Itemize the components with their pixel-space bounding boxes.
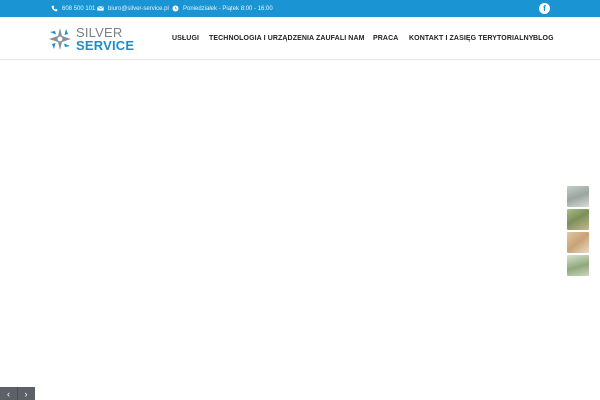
email-text: biuro@silver-service.pl — [108, 5, 169, 12]
slider-thumbnails — [567, 186, 589, 278]
nav-item-kontakt[interactable]: KONTAKT I ZASIĘG TERYTORIALNY — [409, 17, 534, 60]
chevron-right-icon[interactable]: › — [17, 387, 34, 400]
hero-slider-area — [0, 60, 600, 400]
main-nav: USŁUGI TECHNOLOGIA I URZĄDZENIA ZAUFALI … — [0, 17, 600, 60]
nav-item-uslugi[interactable]: USŁUGI — [172, 17, 199, 60]
topbar-email[interactable]: biuro@silver-service.pl — [97, 0, 169, 17]
mail-icon — [97, 6, 104, 11]
hours-text: Poniedziałek - Piątek 8:00 - 16:00 — [183, 5, 273, 12]
facebook-icon[interactable]: f — [539, 3, 550, 14]
slide-thumbnail[interactable] — [567, 209, 589, 230]
nav-item-zaufali-nam[interactable]: ZAUFALI NAM — [316, 17, 365, 60]
nav-item-blog[interactable]: BLOG — [533, 17, 554, 60]
slide-thumbnail[interactable] — [567, 255, 589, 276]
topbar-hours: Poniedziałek - Piątek 8:00 - 16:00 — [172, 0, 273, 17]
nav-item-technologia[interactable]: TECHNOLOGIA I URZĄDZENIA — [209, 17, 314, 60]
phone-text: 608 500 101 — [62, 5, 96, 12]
slider-arrows: ‹ › — [0, 387, 35, 400]
slide-thumbnail[interactable] — [567, 232, 589, 253]
nav-item-praca[interactable]: PRACA — [373, 17, 398, 60]
topbar-phone[interactable]: 608 500 101 — [51, 0, 95, 17]
clock-icon — [172, 5, 179, 12]
phone-icon — [51, 5, 58, 12]
chevron-left-icon[interactable]: ‹ — [0, 387, 17, 400]
slide-thumbnail[interactable] — [567, 186, 589, 207]
top-bar: 608 500 101 biuro@silver-service.pl Poni… — [0, 0, 600, 17]
facebook-glyph: f — [543, 4, 546, 13]
